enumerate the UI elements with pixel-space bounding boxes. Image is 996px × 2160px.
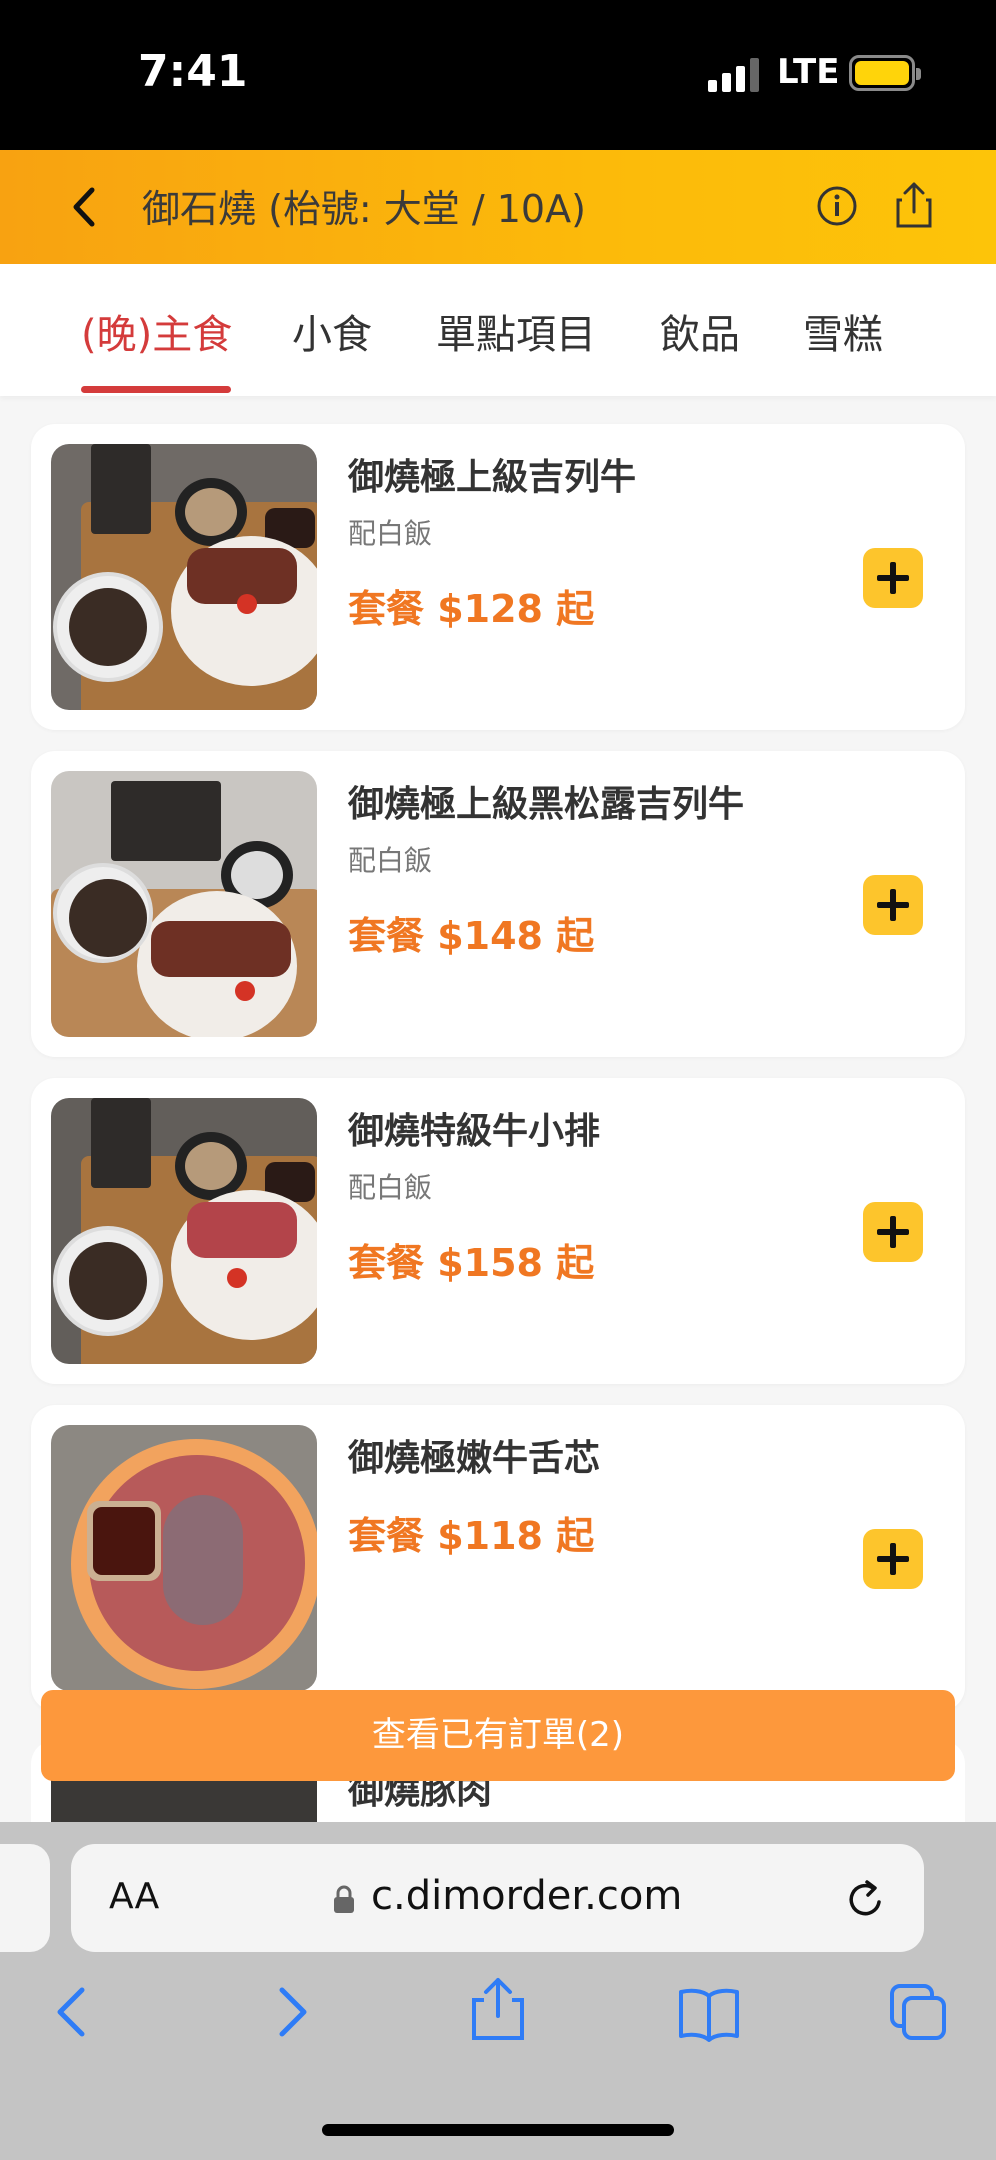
menu-item-name: 御燒極嫩牛舌芯 [348,1438,601,1479]
back-arrow-icon[interactable] [44,1982,104,2042]
status-time: 7:41 [138,46,248,97]
menu-item-price: 套餐 $158 起 [348,1241,595,1285]
tabs-icon[interactable] [888,1982,948,2042]
menu-item-name: 御燒特級牛小排 [348,1111,601,1152]
forward-arrow-icon[interactable] [260,1982,320,2042]
reload-icon[interactable] [843,1874,889,1922]
text-size-button[interactable]: AA [109,1876,159,1917]
previous-tab-preview[interactable] [0,1844,50,1952]
info-button[interactable] [816,185,858,227]
chevron-left-icon [73,187,95,227]
home-indicator [322,2124,674,2136]
add-to-cart-button[interactable] [863,875,923,935]
menu-item-card[interactable]: 御燒極上級黑松露吉列牛 配白飯 套餐 $148 起 [31,751,965,1057]
signal-icon [708,58,760,92]
info-icon [817,186,857,226]
tab-ice-cream[interactable]: 雪糕 [803,302,883,360]
network-label: LTE [777,52,840,92]
restaurant-header: 御石燒 (枱號: 大堂 / 10A) [0,150,996,264]
url-text: c.dimorder.com [371,1873,683,1919]
menu-item-image [51,1425,317,1691]
category-tabs: (晚)主食 小食 單點項目 飲品 雪糕 [0,264,996,396]
browser-toolbar: AA c.dimorder.com [0,1822,996,2160]
menu-item-subtitle: 配白飯 [348,844,433,877]
menu-item-subtitle: 配白飯 [348,1171,433,1204]
status-bar: 7:41 LTE [0,0,996,150]
menu-item-price: 套餐 $128 起 [348,587,595,631]
share-icon [896,182,932,228]
active-tab-indicator [81,386,231,393]
page-title: 御石燒 (枱號: 大堂 / 10A) [142,187,586,231]
menu-item-card[interactable]: 御燒特級牛小排 配白飯 套餐 $158 起 [31,1078,965,1384]
menu-item-name: 御燒極上級黑松露吉列牛 [348,784,745,825]
bookmarks-icon[interactable] [676,1982,742,2042]
tab-snacks[interactable]: 小食 [292,302,372,360]
menu-item-image [51,1098,317,1364]
menu-item-price: 套餐 $118 起 [348,1514,595,1558]
menu-item-card[interactable]: 御燒極嫩牛舌芯 套餐 $118 起 [31,1405,965,1711]
add-to-cart-button[interactable] [863,548,923,608]
back-button[interactable] [60,180,110,234]
menu-item-name: 御燒極上級吉列牛 [348,457,637,498]
add-to-cart-button[interactable] [863,1529,923,1589]
share-icon[interactable] [466,1976,530,2042]
tab-a-la-carte[interactable]: 單點項目 [436,302,596,360]
share-button[interactable] [892,180,936,230]
tab-dinner-main[interactable]: (晚)主食 [81,302,232,360]
view-orders-button[interactable]: 查看已有訂單(2) [41,1690,955,1781]
battery-icon [849,55,921,91]
tab-drinks[interactable]: 飲品 [660,302,740,360]
menu-item-image [51,444,317,710]
menu-item-card[interactable]: 御燒極上級吉列牛 配白飯 套餐 $128 起 [31,424,965,730]
address-bar[interactable]: AA c.dimorder.com [71,1844,924,1952]
lock-icon [334,1885,354,1913]
menu-item-image [51,771,317,1037]
add-to-cart-button[interactable] [863,1202,923,1262]
menu-item-price: 套餐 $148 起 [348,914,595,958]
menu-item-subtitle: 配白飯 [348,517,433,550]
